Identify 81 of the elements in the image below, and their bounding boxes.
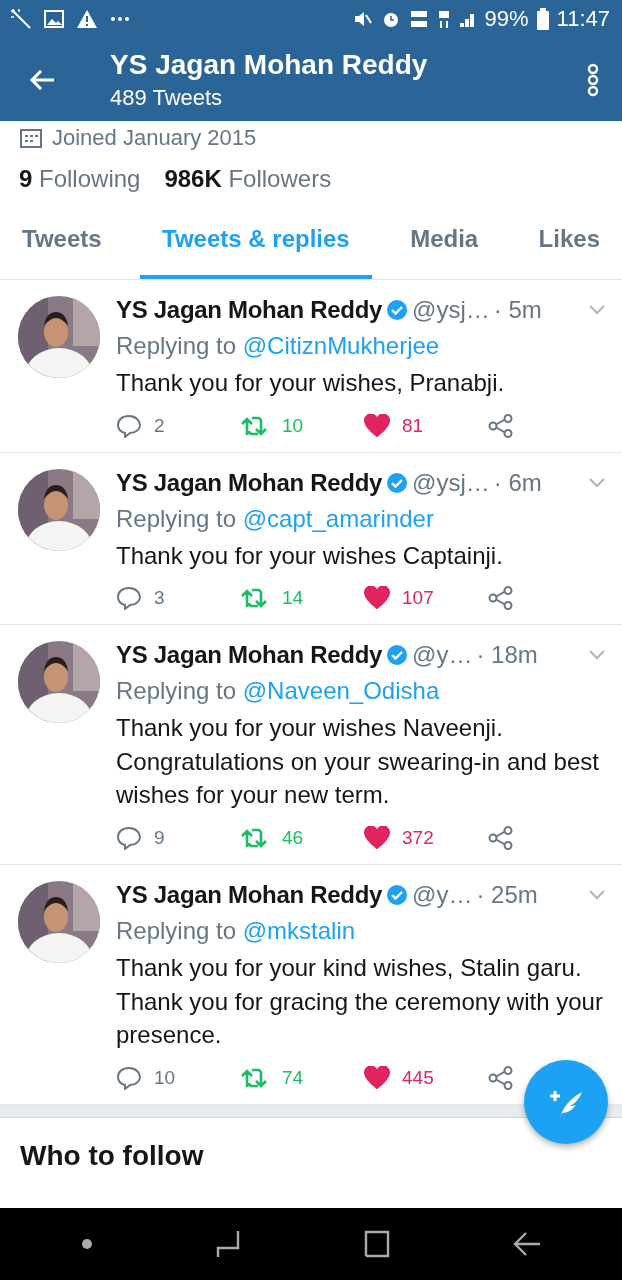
share-button[interactable] — [488, 586, 514, 611]
section-title: Who to follow — [19, 1138, 205, 1172]
like-button[interactable]: 372 — [364, 825, 434, 850]
share-icon — [488, 413, 514, 438]
dot-icon[interactable] — [80, 1238, 93, 1250]
image-icon — [44, 10, 64, 28]
author-name: YS Jagan Mohan Reddy — [116, 880, 383, 909]
battery-percentage: 99% — [484, 6, 529, 32]
retweet-button[interactable]: 74 — [240, 1065, 304, 1090]
speech-bubble-icon — [116, 1065, 142, 1090]
menu-icon — [586, 62, 600, 97]
tweet-text: Thank you for your wishes, Pranabji. — [116, 368, 506, 398]
tweet-time: · 25m — [476, 880, 538, 909]
heart-icon — [364, 413, 390, 438]
battery-icon — [536, 8, 549, 30]
share-icon — [488, 586, 514, 611]
mute-icon — [352, 9, 373, 29]
magic-wand-icon — [10, 8, 32, 30]
compose-button[interactable] — [524, 1060, 608, 1144]
like-button[interactable]: 81 — [364, 413, 424, 438]
speech-bubble-icon — [116, 413, 142, 438]
tweet-time: · 5m — [493, 296, 542, 324]
profile-tab[interactable]: Tweets & replies — [140, 201, 372, 279]
caret-icon — [588, 305, 606, 315]
author-name: YS Jagan Mohan Reddy — [116, 641, 383, 670]
retweet-button[interactable]: 46 — [240, 825, 304, 850]
replying-label: Replying to — [116, 332, 237, 359]
mention-link[interactable]: @capt_amarinder — [242, 504, 434, 532]
share-button[interactable] — [488, 413, 514, 438]
author-name: YS Jagan Mohan Reddy — [116, 296, 383, 324]
retweet-button[interactable]: 10 — [240, 413, 304, 438]
profile-name: YS Jagan Mohan Reddy — [110, 48, 428, 81]
heart-icon — [364, 825, 390, 850]
replying-label: Replying to — [116, 677, 237, 705]
tweet-text: Thank you for your kind wishes, Stalin garu. Thank you for gracing the ceremony with your presence. — [116, 952, 604, 1051]
author-handle: @ysj… — [412, 468, 490, 497]
warning-icon — [76, 9, 98, 29]
like-button[interactable]: 445 — [364, 1065, 434, 1090]
share-icon — [488, 825, 514, 850]
followers-link[interactable]: 986K Followers — [164, 165, 332, 193]
tweet-count: 489 Tweets — [110, 84, 224, 111]
back-icon[interactable] — [511, 1231, 542, 1257]
speech-bubble-icon — [116, 586, 142, 611]
speech-bubble-icon — [116, 825, 142, 850]
mention-link[interactable]: @Naveen_Odisha — [242, 677, 440, 705]
share-button[interactable] — [488, 1065, 514, 1090]
caret-icon — [588, 650, 606, 661]
caret-icon — [588, 889, 606, 900]
like-button[interactable]: 107 — [364, 586, 434, 611]
mention-link[interactable]: @mkstalin — [242, 916, 356, 944]
joined-date: Joined January 2015 — [52, 125, 257, 151]
home-icon[interactable] — [362, 1230, 391, 1258]
replying-label: Replying to — [116, 504, 237, 532]
author-handle: @y… — [412, 880, 473, 909]
reply-button[interactable]: 3 — [116, 586, 165, 611]
profile-tab[interactable]: Tweets — [0, 201, 124, 279]
author-handle: @ysj… — [412, 296, 490, 324]
caret-icon — [588, 477, 606, 488]
tweet-time: · 6m — [493, 468, 542, 497]
tweet-text: Thank you for your wishes Naveenji. Congratulations on your swearing-in and best wishes for your new term. — [116, 713, 600, 811]
reply-button[interactable]: 9 — [116, 825, 165, 850]
reply-button[interactable]: 10 — [116, 1065, 176, 1090]
share-icon — [488, 1065, 514, 1090]
heart-icon — [364, 1065, 390, 1090]
share-button[interactable] — [488, 825, 514, 850]
heart-icon — [364, 586, 390, 611]
reply-button[interactable]: 2 — [116, 413, 165, 438]
more-icon — [110, 16, 130, 22]
tweet-text: Thank you for your wishes Captainji. — [116, 540, 504, 571]
tweet-time: · 18m — [476, 641, 538, 670]
following-link[interactable]: 9 Following — [19, 165, 141, 193]
retweet-button[interactable]: 14 — [240, 586, 304, 611]
profile-tab[interactable]: Likes — [516, 201, 622, 279]
replying-label: Replying to — [116, 916, 237, 944]
author-handle: @y… — [412, 641, 473, 670]
profile-tab[interactable]: Media — [388, 201, 501, 279]
calendar-icon — [20, 128, 42, 148]
back-arrow-icon — [28, 67, 56, 92]
clock: 11:47 — [556, 6, 610, 32]
author-name: YS Jagan Mohan Reddy — [116, 468, 383, 497]
mention-link[interactable]: @CitiznMukherjee — [242, 332, 440, 359]
